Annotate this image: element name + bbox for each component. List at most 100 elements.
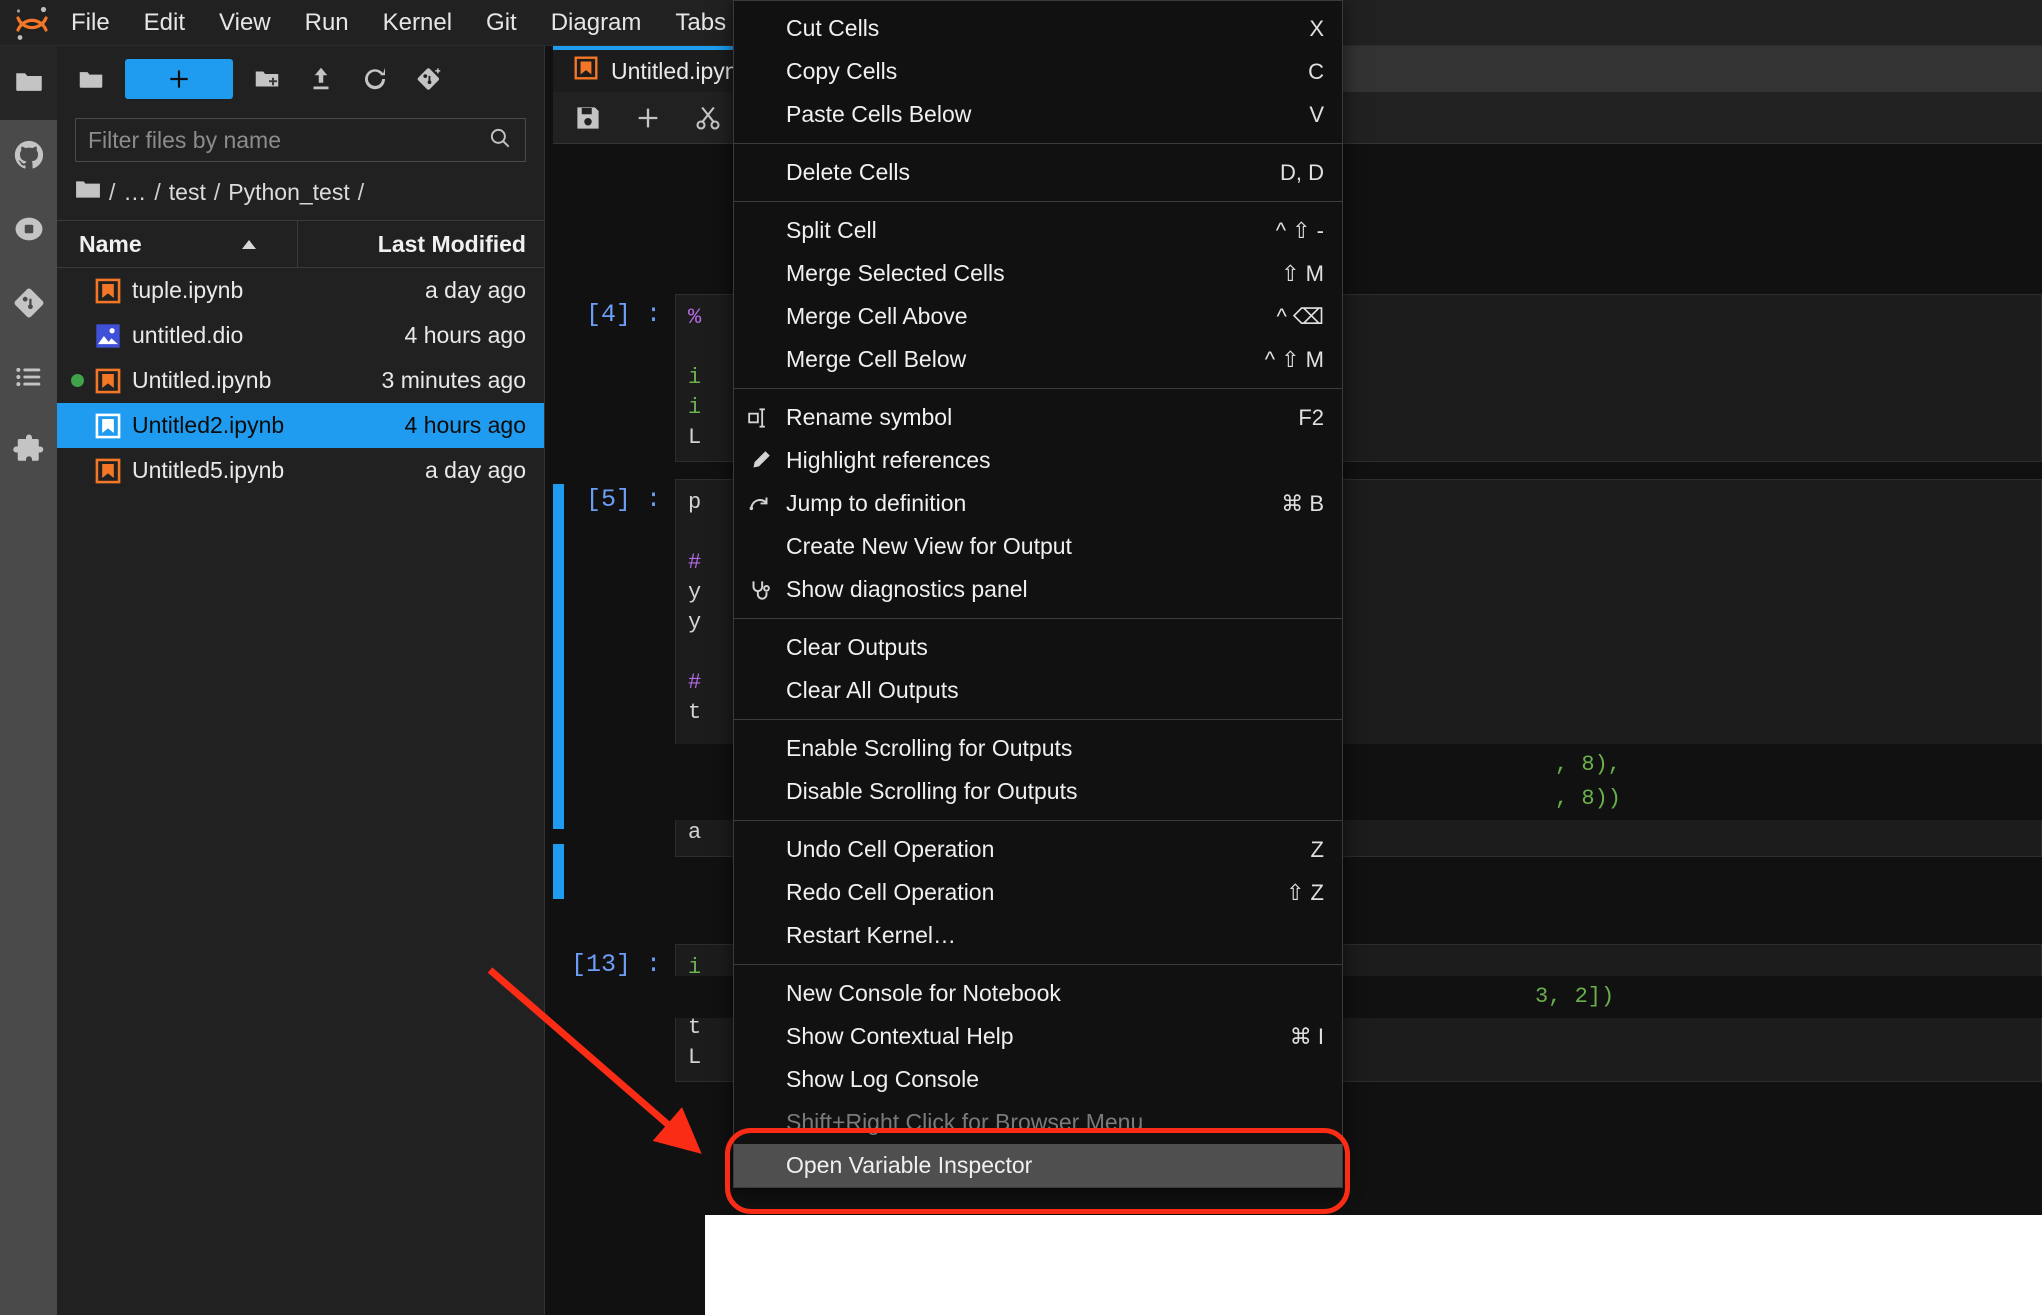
menu-item-clear-all-outputs[interactable]: Clear All Outputs [734, 669, 1342, 712]
new-launcher-button[interactable] [125, 59, 233, 99]
list-item-selected[interactable]: Untitled2.ipynb 4 hours ago [57, 403, 544, 448]
menu-item-shortcut: ^ ⌫ [1276, 303, 1324, 329]
refresh-button[interactable] [349, 56, 401, 102]
menu-item-clear-outputs[interactable]: Clear Outputs [734, 626, 1342, 669]
menu-tabs[interactable]: Tabs [658, 0, 743, 46]
menu-kernel[interactable]: Kernel [366, 0, 469, 46]
list-item[interactable]: untitled.dio 4 hours ago [57, 313, 544, 358]
menu-item-label: New Console for Notebook [786, 980, 1061, 1006]
menu-item-label: Show Log Console [786, 1066, 980, 1092]
sort-ascending-icon [238, 231, 260, 258]
menu-item-shortcut: ^ ⇧ M [1264, 346, 1324, 372]
file-name-label: tuple.ipynb [132, 277, 244, 303]
sidebar-item-toc[interactable] [0, 342, 57, 416]
menu-item-rename-symbol[interactable]: Rename symbol F2 [734, 396, 1342, 439]
menu-item-merge-cell-above[interactable]: Merge Cell Above ^ ⌫ [734, 295, 1342, 338]
menu-item-delete-cells[interactable]: Delete Cells D, D [734, 151, 1342, 194]
menu-item-jump-to-definition[interactable]: Jump to definition ⌘ B [734, 482, 1342, 525]
menu-item-label: Jump to definition [786, 490, 967, 516]
search-input[interactable] [88, 126, 487, 154]
menu-item-label: Redo Cell Operation [786, 879, 995, 905]
menu-item-shortcut: C [1308, 58, 1324, 84]
open-folder-button[interactable] [65, 56, 117, 102]
status-dot-placeholder [71, 464, 84, 477]
menu-item-new-console-for-notebook[interactable]: New Console for Notebook [734, 972, 1342, 1015]
notebook-icon [94, 412, 122, 440]
menu-view[interactable]: View [202, 0, 288, 46]
upload-button[interactable] [295, 56, 347, 102]
status-dot-placeholder [71, 419, 84, 432]
menu-item-label: Split Cell [786, 217, 877, 243]
menu-item-restart-kernel[interactable]: Restart Kernel… [734, 914, 1342, 957]
jupyterlab-window: File Edit View Run Kernel Git Diagram Ta… [0, 0, 2042, 1315]
menu-item-shortcut: ⌘ I [1289, 1023, 1324, 1049]
menu-item-redo-cell-operation[interactable]: Redo Cell Operation ⇧ Z [734, 871, 1342, 914]
menu-item-copy-cells[interactable]: Copy Cells C [734, 50, 1342, 93]
menu-item-split-cell[interactable]: Split Cell ^ ⇧ - [734, 209, 1342, 252]
context-menu[interactable]: Cut Cells X Copy Cells C Paste Cells Bel… [733, 0, 1343, 1188]
menu-item-paste-cells-below[interactable]: Paste Cells Below V [734, 93, 1342, 136]
notebook-icon [94, 457, 122, 485]
list-item[interactable]: Untitled5.ipynb a day ago [57, 448, 544, 493]
menu-item-create-new-view-for-output[interactable]: Create New View for Output [734, 525, 1342, 568]
menu-item-open-variable-inspector[interactable]: Open Variable Inspector [734, 1144, 1342, 1187]
sidebar-item-file-browser[interactable] [0, 46, 57, 120]
column-header-last-modified[interactable]: Last Modified [298, 221, 544, 267]
menu-git[interactable]: Git [469, 0, 534, 46]
menu-item-label: Enable Scrolling for Outputs [786, 735, 1073, 761]
file-name-label: Untitled.ipynb [132, 367, 272, 393]
menu-edit[interactable]: Edit [127, 0, 202, 46]
menu-file[interactable]: File [54, 0, 127, 46]
cut-cell-button[interactable] [691, 101, 725, 135]
notebook-icon [94, 367, 122, 395]
breadcrumb-sep-0: / [109, 178, 116, 205]
menu-item-shortcut: D, D [1280, 159, 1324, 185]
menu-diagram[interactable]: Diagram [534, 0, 659, 46]
list-item[interactable]: Untitled.ipynb 3 minutes ago [57, 358, 544, 403]
menu-item-enable-scrolling-for-outputs[interactable]: Enable Scrolling for Outputs [734, 727, 1342, 770]
column-header-modified-label: Last Modified [377, 230, 526, 257]
menu-item-label: Paste Cells Below [786, 101, 972, 127]
menu-item-cut-cells[interactable]: Cut Cells X [734, 7, 1342, 50]
menu-separator [734, 820, 1342, 821]
menu-item-shortcut: ⌘ B [1281, 490, 1324, 516]
breadcrumb: / … / test / Python_test / [57, 172, 544, 220]
menu-item-merge-selected-cells[interactable]: Merge Selected Cells ⇧ M [734, 252, 1342, 295]
menu-item-disable-scrolling-for-outputs[interactable]: Disable Scrolling for Outputs [734, 770, 1342, 813]
save-button[interactable] [571, 101, 605, 135]
column-header-name[interactable]: Name [57, 221, 298, 267]
breadcrumb-test[interactable]: test [169, 179, 206, 206]
sidebar-item-extensions[interactable] [0, 416, 57, 490]
file-name-label: Untitled5.ipynb [132, 457, 285, 483]
menu-item-highlight-references[interactable]: Highlight references [734, 439, 1342, 482]
sidebar-item-github[interactable] [0, 120, 57, 194]
menu-item-undo-cell-operation[interactable]: Undo Cell Operation Z [734, 828, 1342, 871]
file-browser-icon [12, 64, 46, 103]
file-modified-cell: a day ago [424, 277, 526, 303]
menu-item-label: Delete Cells [786, 159, 910, 185]
menu-item-merge-cell-below[interactable]: Merge Cell Below ^ ⇧ M [734, 338, 1342, 381]
sidebar-item-running[interactable] [0, 194, 57, 268]
list-item[interactable]: tuple.ipynb a day ago [57, 268, 544, 313]
breadcrumb-ellipsis[interactable]: … [123, 179, 146, 206]
file-name-cell: Untitled.ipynb [57, 367, 298, 395]
tab-label: Untitled.ipynb [611, 57, 751, 84]
menu-run[interactable]: Run [288, 0, 366, 46]
menu-item-show-diagnostics-panel[interactable]: Show diagnostics panel [734, 568, 1342, 611]
menu-item-label: Open Variable Inspector [786, 1152, 1033, 1178]
menu-item-show-contextual-help[interactable]: Show Contextual Help ⌘ I [734, 1015, 1342, 1058]
menu-item-label: Merge Cell Above [786, 303, 968, 329]
breadcrumb-python-test[interactable]: Python_test [228, 179, 349, 206]
sidebar-item-git[interactable] [0, 268, 57, 342]
menu-item-label: Shift+Right Click for Browser Menu [786, 1109, 1144, 1135]
menu-item-show-log-console[interactable]: Show Log Console [734, 1058, 1342, 1101]
cell-prompt: [4] : [585, 300, 661, 329]
filter-files-box[interactable] [75, 118, 526, 162]
output-prompt-spacer [553, 778, 675, 820]
new-folder-button[interactable] [241, 56, 293, 102]
menu-item-label: Show Contextual Help [786, 1023, 1014, 1049]
running-status-dot [71, 374, 84, 387]
git-clone-button[interactable] [403, 56, 455, 102]
breadcrumb-home-icon[interactable] [75, 178, 101, 206]
insert-cell-button[interactable] [631, 101, 665, 135]
